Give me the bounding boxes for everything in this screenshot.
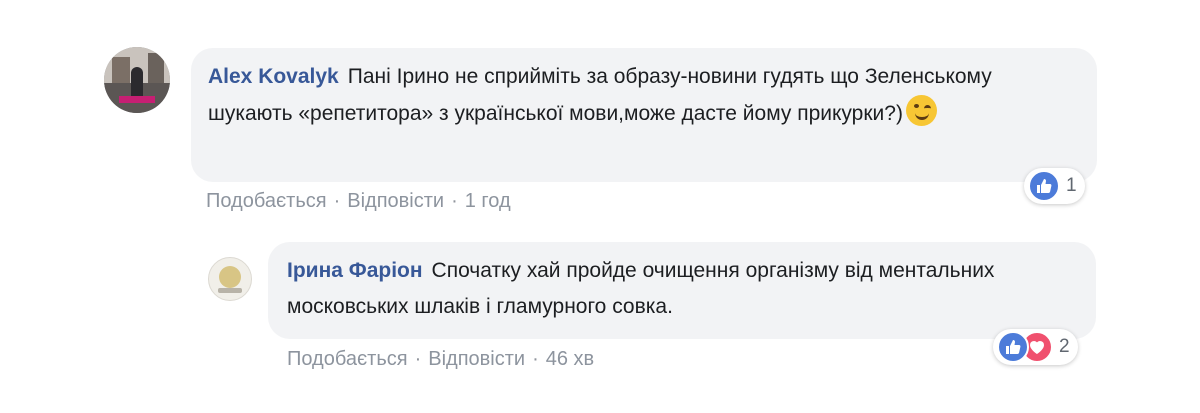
comment-bubble: Alex Kovalyk Пані Ірино не сприйміть за о… [191, 48, 1097, 182]
comment-actions: Подобається · Відповісти · 1 год [206, 190, 511, 213]
like-link[interactable]: Подобається [287, 348, 408, 370]
reply-author-link[interactable]: Ірина Фаріон [287, 259, 423, 282]
separator-dot: · [333, 190, 341, 212]
reaction-summary[interactable]: 1 [1024, 168, 1085, 204]
timestamp-link[interactable]: 1 год [465, 190, 511, 212]
like-link[interactable]: Подобається [206, 190, 327, 212]
reaction-count: 2 [1059, 336, 1070, 357]
like-icon [1028, 170, 1060, 202]
reply-actions: Подобається · Відповісти · 46 хв [287, 348, 594, 371]
reply-bubble: Ірина Фаріон Спочатку хай пройде очищення… [268, 242, 1096, 339]
reply-avatar[interactable] [208, 257, 252, 301]
reaction-count: 1 [1066, 175, 1077, 196]
avatar[interactable] [104, 47, 170, 113]
separator-dot: · [414, 348, 422, 370]
reply-reaction-summary[interactable]: 2 [993, 329, 1078, 365]
comment-author-link[interactable]: Alex Kovalyk [208, 65, 339, 88]
separator-dot: · [532, 348, 539, 370]
wink-emoji-icon [905, 95, 937, 126]
separator-dot: · [451, 190, 458, 212]
reply-link[interactable]: Відповісти [347, 190, 444, 212]
reply-link[interactable]: Відповісти [428, 348, 525, 370]
timestamp-link[interactable]: 46 хв [546, 348, 594, 370]
like-icon [997, 331, 1029, 363]
